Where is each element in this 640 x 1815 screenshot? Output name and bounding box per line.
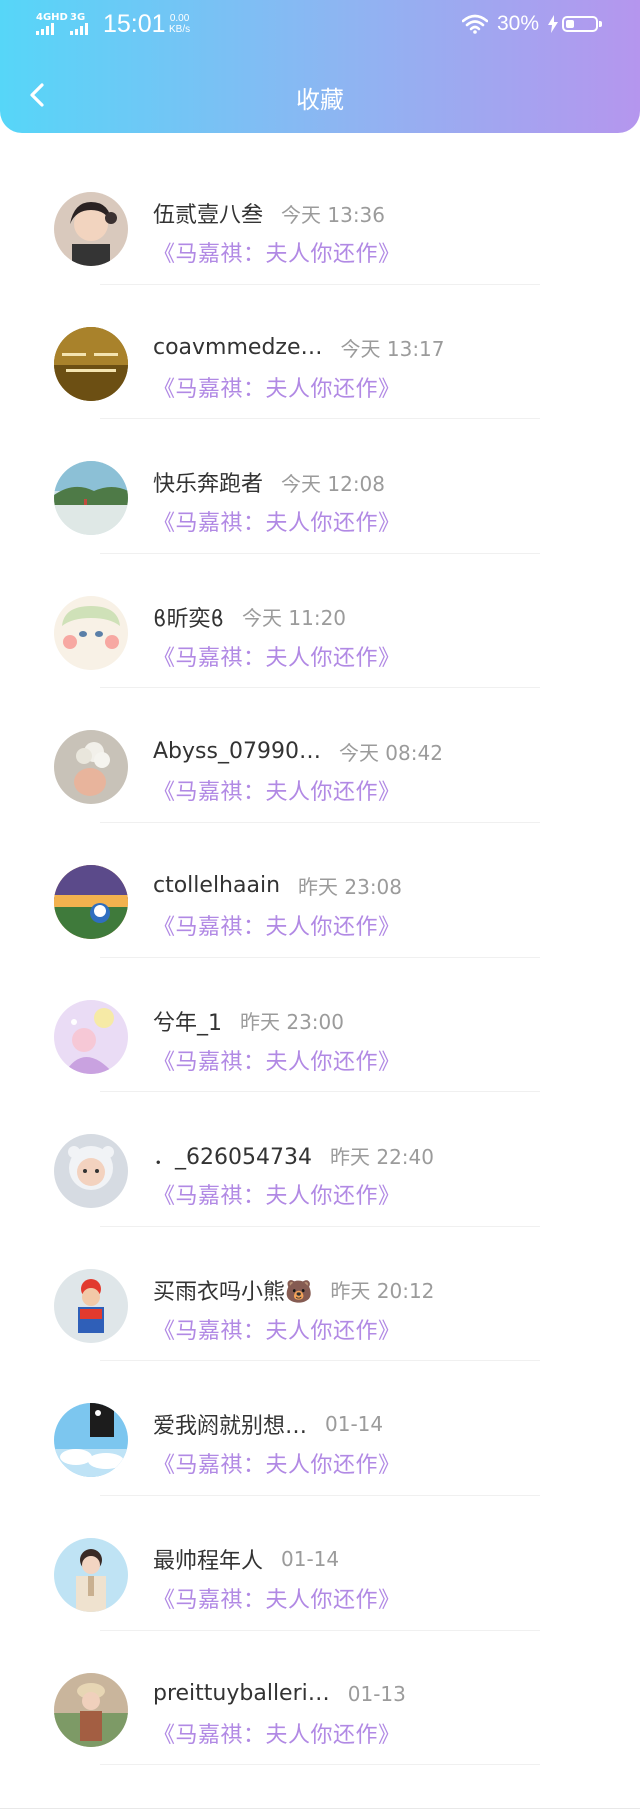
favorite-item[interactable]: ϐ昕奕ϐ 今天 11:20 《马嘉祺：夫人你还作》: [0, 554, 640, 689]
username[interactable]: 最帅程年人: [153, 1543, 263, 1575]
favorite-meta: 兮年_1 昨天 23:00: [153, 1006, 344, 1036]
battery-icon: [562, 16, 598, 32]
favorite-meta: ϐ昕奕ϐ 今天 11:20: [153, 602, 346, 632]
username[interactable]: ．_626054734: [153, 1139, 312, 1171]
page-title: 收藏: [296, 86, 344, 114]
work-title-link[interactable]: 《马嘉祺：夫人你还作》: [153, 1717, 401, 1749]
username[interactable]: coavmmedze…: [153, 335, 323, 360]
status-time: 15:01: [103, 10, 166, 38]
favorite-meta: ctollelhaain 昨天 23:08: [153, 871, 402, 901]
favorite-meta: Abyss_07990… 今天 08:42: [153, 736, 443, 766]
favorite-item[interactable]: Abyss_07990… 今天 08:42 《马嘉祺：夫人你还作》: [0, 688, 640, 823]
avatar[interactable]: [54, 730, 128, 805]
favorite-meta: 爱我阏就别想… 01-14: [153, 1409, 383, 1439]
favorite-meta: 最帅程年人 01-14: [153, 1544, 339, 1574]
username[interactable]: 兮年_1: [153, 1005, 222, 1037]
favorite-item[interactable]: 爱我阏就别想… 01-14 《马嘉祺：夫人你还作》: [0, 1361, 640, 1496]
status-bar: 4GHD 3G 15:01 0.00 KB/s 30%: [0, 0, 640, 50]
timestamp: 01-14: [281, 1546, 340, 1571]
favorite-meta: 快乐奔跑者 今天 12:08: [153, 466, 386, 498]
avatar[interactable]: [54, 461, 128, 536]
timestamp: 今天 11:20: [242, 606, 347, 631]
work-title-link[interactable]: 《马嘉祺：夫人你还作》: [153, 1447, 401, 1479]
work-title-link[interactable]: 《马嘉祺：夫人你还作》: [153, 909, 401, 941]
username[interactable]: ctollelhaain: [153, 873, 280, 898]
avatar[interactable]: [54, 999, 128, 1074]
work-title-link[interactable]: 《马嘉祺：夫人你还作》: [153, 1044, 401, 1076]
timestamp: 昨天 23:08: [298, 875, 403, 900]
favorite-item[interactable]: ．_626054734 昨天 22:40 《马嘉祺：夫人你还作》: [0, 1092, 640, 1227]
avatar[interactable]: [54, 1537, 128, 1612]
username[interactable]: ϐ昕奕ϐ: [153, 601, 224, 633]
favorite-item[interactable]: 伍贰壹八叁 今天 13:36 《马嘉祺：夫人你还作》: [0, 150, 640, 285]
timestamp: 今天 13:36: [281, 202, 386, 227]
network-4g-label: 4GHD: [36, 12, 68, 23]
work-title-link[interactable]: 《马嘉祺：夫人你还作》: [153, 371, 401, 403]
favorite-item[interactable]: ctollelhaain 昨天 23:08 《马嘉祺：夫人你还作》: [0, 823, 640, 958]
timestamp: 01-13: [347, 1681, 406, 1706]
favorite-item[interactable]: 快乐奔跑者 今天 12:08 《马嘉祺：夫人你还作》: [0, 419, 640, 554]
header-bar: 4GHD 3G 15:01 0.00 KB/s 30% 收藏: [0, 0, 640, 133]
work-title-link[interactable]: 《马嘉祺：夫人你还作》: [153, 505, 401, 537]
timestamp: 今天 08:42: [338, 740, 443, 765]
speed-unit: KB/s: [169, 24, 191, 35]
work-title-link[interactable]: 《马嘉祺：夫人你还作》: [153, 1313, 401, 1345]
username[interactable]: 快乐奔跑者: [153, 466, 263, 498]
signal-bars-icon: [70, 23, 88, 35]
favorite-item[interactable]: coavmmedze… 今天 13:17 《马嘉祺：夫人你还作》: [0, 285, 640, 420]
avatar[interactable]: [54, 1134, 128, 1209]
network-signal: 4GHD 3G: [36, 12, 98, 36]
username[interactable]: 买雨衣吗小熊🐻: [153, 1274, 312, 1306]
avatar[interactable]: [54, 1268, 128, 1343]
username[interactable]: 爱我阏就别想…: [153, 1408, 307, 1440]
timestamp: 今天 13:17: [340, 337, 445, 362]
avatar[interactable]: [54, 192, 128, 266]
avatar[interactable]: [54, 1672, 128, 1747]
timestamp: 昨天 23:00: [240, 1010, 344, 1035]
username[interactable]: 伍贰壹八叁: [153, 197, 263, 229]
charging-icon: [548, 15, 558, 33]
favorite-meta: 伍贰壹八叁 今天 13:36: [153, 197, 386, 229]
timestamp: 今天 12:08: [281, 471, 386, 496]
battery-fill: [566, 20, 574, 28]
work-title-link[interactable]: 《马嘉祺：夫人你还作》: [153, 236, 401, 268]
avatar[interactable]: [54, 1403, 128, 1478]
favorite-meta: preittuyballeri… 01-13: [153, 1679, 406, 1709]
battery-percent: 30%: [497, 12, 540, 35]
username[interactable]: preittuyballeri…: [153, 1681, 330, 1706]
divider: [100, 1764, 540, 1766]
favorite-item[interactable]: 最帅程年人 01-14 《马嘉祺：夫人你还作》: [0, 1496, 640, 1631]
timestamp: 昨天 22:40: [329, 1144, 434, 1169]
favorite-item[interactable]: 买雨衣吗小熊🐻 昨天 20:12 《马嘉祺：夫人你还作》: [0, 1227, 640, 1362]
work-title-link[interactable]: 《马嘉祺：夫人你还作》: [153, 1582, 401, 1614]
avatar[interactable]: [54, 326, 128, 401]
favorite-meta: 买雨衣吗小熊🐻 昨天 20:12: [153, 1275, 434, 1305]
speed-value: 0.00: [169, 13, 190, 24]
timestamp: 01-14: [325, 1412, 384, 1437]
work-title-link[interactable]: 《马嘉祺：夫人你还作》: [153, 1178, 401, 1210]
avatar[interactable]: [54, 595, 128, 670]
favorite-item[interactable]: 兮年_1 昨天 23:00 《马嘉祺：夫人你还作》: [0, 958, 640, 1093]
favorite-meta: ．_626054734 昨天 22:40: [153, 1139, 434, 1171]
favorites-list: 伍贰壹八叁 今天 13:36 《马嘉祺：夫人你还作》 coavmmedze… 今天 13…: [0, 150, 640, 1766]
username[interactable]: Abyss_07990…: [153, 739, 321, 764]
work-title-link[interactable]: 《马嘉祺：夫人你还作》: [153, 774, 401, 806]
network-3g-label: 3G: [70, 12, 86, 23]
work-title-link[interactable]: 《马嘉祺：夫人你还作》: [153, 640, 401, 672]
favorite-meta: coavmmedze… 今天 13:17: [153, 333, 445, 363]
favorite-item[interactable]: preittuyballeri… 01-13 《马嘉祺：夫人你还作》: [0, 1631, 640, 1766]
signal-bars-icon: [36, 23, 54, 35]
network-speed: 0.00 KB/s: [169, 13, 190, 35]
timestamp: 昨天 20:12: [330, 1279, 435, 1304]
avatar[interactable]: [54, 864, 128, 939]
wifi-icon: [462, 14, 488, 34]
bottom-divider: [0, 1808, 640, 1809]
battery-tip: [599, 21, 602, 27]
